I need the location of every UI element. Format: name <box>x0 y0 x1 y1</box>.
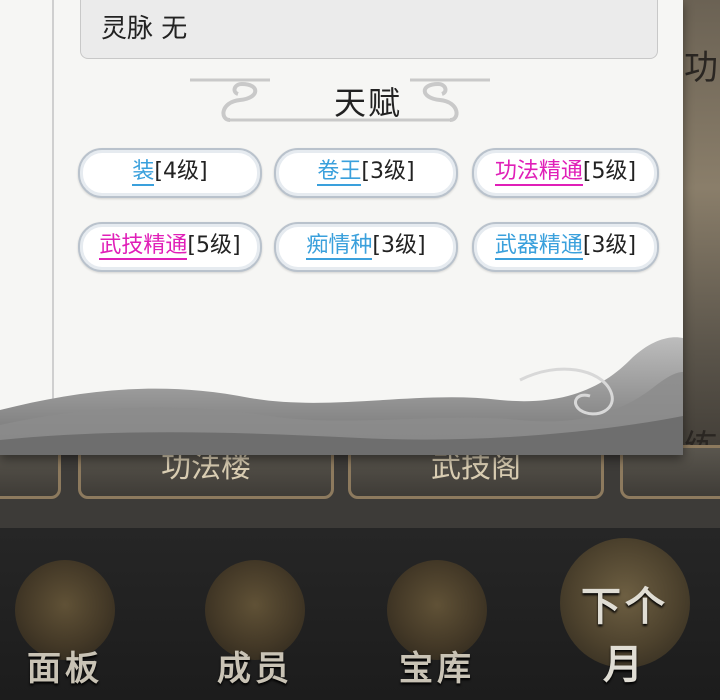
ink-wave-decoration <box>0 337 683 455</box>
talent-badge[interactable]: 武技精通[5级] <box>78 222 262 272</box>
nav-members-button[interactable]: 成员 <box>190 548 320 698</box>
nav-next-month-label: 下个月 <box>581 584 669 688</box>
talent-name: 功法精通 <box>494 159 583 186</box>
talent-name: 痴情种 <box>306 233 373 260</box>
nav-members-label: 成员 <box>217 649 293 689</box>
talent-name: 武技精通 <box>99 233 188 260</box>
spirit-vein-text: 灵脉 无 <box>101 14 188 44</box>
talent-name: 卷王 <box>317 159 362 186</box>
talent-name: 武器精通 <box>494 233 583 260</box>
nav-next-month-button[interactable]: 下个月 <box>560 538 690 698</box>
talent-badge[interactable]: 功法精通[5级] <box>472 148 659 198</box>
talent-level: [4级] <box>154 159 208 184</box>
nav-treasury-button[interactable]: 宝库 <box>372 548 502 698</box>
talent-level: [3级] <box>582 233 637 258</box>
nav-treasury-label: 宝库 <box>399 649 475 689</box>
talent-level: [3级] <box>361 159 415 184</box>
nav-panel-label: 面板 <box>27 649 103 689</box>
talent-level: [5级] <box>187 233 241 258</box>
attribute-box: 灵脉 无 <box>80 0 658 59</box>
talent-level: [3级] <box>372 233 426 258</box>
talent-badge[interactable]: 装[4级] <box>78 148 262 198</box>
talent-badge[interactable]: 武器精通[3级] <box>472 222 659 272</box>
talent-badge[interactable]: 卷王[3级] <box>274 148 458 198</box>
talent-name: 装 <box>132 159 155 186</box>
talent-badge[interactable]: 痴情种[3级] <box>274 222 458 272</box>
background-char-top: 功 <box>684 48 718 88</box>
talent-section-title: 天赋 <box>333 84 402 122</box>
nav-panel-button[interactable]: 面板 <box>0 548 130 698</box>
talent-level: [5级] <box>582 159 637 184</box>
member-detail-panel: 灵脉 无 天赋 装[4级] 卷王[3级] 功法精通[5级] 武技精通[5级] 痴… <box>0 0 683 455</box>
